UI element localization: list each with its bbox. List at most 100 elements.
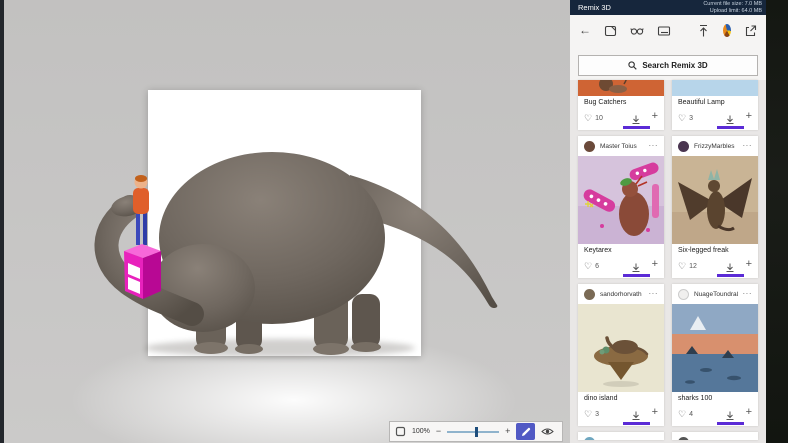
file-info: Current file size: 7.0 MB Upload limit: …	[703, 1, 762, 14]
card-title: Six-legged freak	[678, 247, 729, 254]
download-accent-bar	[623, 126, 650, 129]
view-mode-button[interactable]	[541, 427, 555, 436]
zoom-in-button[interactable]: +	[505, 427, 510, 436]
like-button[interactable]: ♡ 4	[678, 409, 693, 419]
add-to-canvas-button[interactable]: +	[652, 407, 658, 418]
model-card-partial[interactable]	[578, 432, 664, 440]
paint3d-remix-window: 100% − + Remix 3D Current file size: 7.0…	[0, 0, 788, 443]
card-header: Master Toius ···	[578, 136, 664, 156]
remix3d-toolbar: ←	[570, 15, 766, 45]
dino-hind-leg-far	[352, 294, 380, 348]
zoom-slider-track	[447, 431, 500, 433]
model-card-keytarex[interactable]: Master Toius ··· Keytarex ♡ 6 +	[578, 136, 664, 278]
person-figure-model[interactable]	[133, 175, 149, 245]
add-to-canvas-button[interactable]: +	[652, 259, 658, 270]
card-actions: ♡ 10 +	[578, 109, 664, 127]
zoom-slider[interactable]	[447, 426, 500, 437]
model-card-sharks-100[interactable]: NuageToundra817 ··· sharks 100	[672, 284, 758, 426]
upload-limit: Upload limit: 64.0 MB	[709, 7, 762, 14]
zoom-level: 100%	[412, 428, 430, 435]
card-actions: ♡ 6 +	[578, 257, 664, 275]
search-icon	[628, 61, 638, 70]
heart-icon: ♡	[584, 112, 593, 123]
like-count: 3	[595, 410, 599, 418]
like-count: 12	[689, 262, 697, 270]
like-button[interactable]: ♡ 3	[678, 112, 693, 123]
pencil-icon	[521, 427, 531, 436]
card-title: Bug Catchers	[584, 99, 627, 106]
more-options-icon[interactable]: ···	[649, 290, 659, 298]
app-title: Remix 3D	[578, 3, 611, 12]
add-to-canvas-button[interactable]: +	[746, 259, 752, 270]
zoom-out-button[interactable]: −	[436, 427, 441, 436]
model-card-six-legged-freak[interactable]: FrizzyMarbles ··· Six-legged freak ♡ 12 …	[672, 136, 758, 278]
like-button[interactable]: ♡ 12	[678, 261, 697, 271]
back-button[interactable]: ←	[579, 24, 591, 36]
card-header: FrizzyMarbles ···	[672, 136, 758, 156]
card-header: sandorhorvath ···	[578, 284, 664, 304]
card-thumbnail	[672, 80, 758, 96]
author-avatar[interactable]	[678, 140, 689, 152]
dino-foot	[351, 342, 381, 352]
card-thumbnail	[578, 156, 664, 244]
card-title: Beautiful Lamp	[678, 99, 725, 106]
like-button[interactable]: ♡ 10	[584, 112, 603, 123]
download-accent-bar	[623, 274, 650, 277]
fit-screen-icon[interactable]	[395, 426, 406, 437]
model-card-partial[interactable]	[672, 432, 758, 440]
author-avatar[interactable]	[584, 288, 595, 300]
author-name[interactable]: FrizzyMarbles	[694, 143, 738, 150]
remix3d-panel: Remix 3D Current file size: 7.0 MB Uploa…	[570, 0, 766, 443]
author-name[interactable]: Master Toius	[600, 143, 644, 150]
author-name[interactable]: sandorhorvath	[600, 291, 644, 298]
add-to-canvas-button[interactable]: +	[652, 111, 658, 122]
download-accent-bar	[717, 422, 744, 425]
search-input[interactable]: Search Remix 3D	[578, 55, 758, 76]
glasses-icon[interactable]	[630, 24, 644, 37]
card-actions: ♡ 3 +	[672, 109, 758, 127]
like-button[interactable]: ♡ 6	[584, 260, 599, 271]
add-to-canvas-button[interactable]: +	[746, 407, 752, 418]
download-accent-bar	[717, 274, 744, 277]
author-avatar[interactable]	[584, 436, 595, 440]
stickers-icon[interactable]	[604, 24, 617, 37]
dino-foot	[235, 344, 263, 354]
download-accent-bar	[717, 126, 744, 129]
card-actions: ♡ 3 +	[578, 405, 664, 423]
zoom-slider-handle[interactable]	[475, 426, 479, 437]
model-card-dino-island[interactable]: sandorhorvath ··· dino island ♡ 3 +	[578, 284, 664, 426]
card-title: dino island	[584, 395, 618, 402]
author-avatar[interactable]	[678, 436, 689, 440]
dino-chest	[151, 244, 255, 332]
heart-icon: ♡	[678, 112, 687, 123]
more-options-icon[interactable]: ···	[649, 142, 659, 150]
current-file-size: Current file size: 7.0 MB	[703, 1, 762, 7]
download-accent-bar	[623, 422, 650, 425]
model-card-beautiful-lamp[interactable]: Beautiful Lamp ♡ 3 +	[672, 80, 758, 130]
upload-icon[interactable]	[697, 24, 710, 37]
model-card-bug-catchers[interactable]: Bug Catchers ♡ 10 +	[578, 80, 664, 130]
dinosaur-3d-model[interactable]	[0, 0, 570, 443]
edit-mode-button[interactable]	[516, 423, 536, 440]
author-avatar[interactable]	[584, 140, 595, 152]
card-thumbnail	[578, 80, 664, 96]
author-name[interactable]: NuageToundra817	[694, 291, 738, 298]
like-count: 10	[595, 114, 603, 122]
more-options-icon[interactable]: ···	[743, 142, 753, 150]
author-avatar[interactable]	[678, 288, 689, 300]
boards-icon[interactable]	[657, 24, 671, 37]
add-to-canvas-button[interactable]: +	[746, 111, 752, 122]
magenta-cube-model[interactable]	[124, 244, 161, 299]
desktop-background	[766, 0, 788, 443]
profile-avatar[interactable]	[723, 23, 731, 37]
card-title: Keytarex	[584, 247, 612, 254]
like-button[interactable]: ♡ 3	[584, 408, 599, 419]
heart-icon: ♡	[584, 408, 593, 419]
dino-foot	[313, 343, 349, 355]
like-count: 3	[689, 114, 693, 122]
canvas-zoom-toolbar: 100% − +	[389, 421, 563, 442]
heart-icon: ♡	[584, 260, 593, 271]
more-options-icon[interactable]: ···	[743, 290, 753, 298]
open-external-icon[interactable]	[744, 24, 757, 37]
eye-icon	[541, 428, 555, 435]
